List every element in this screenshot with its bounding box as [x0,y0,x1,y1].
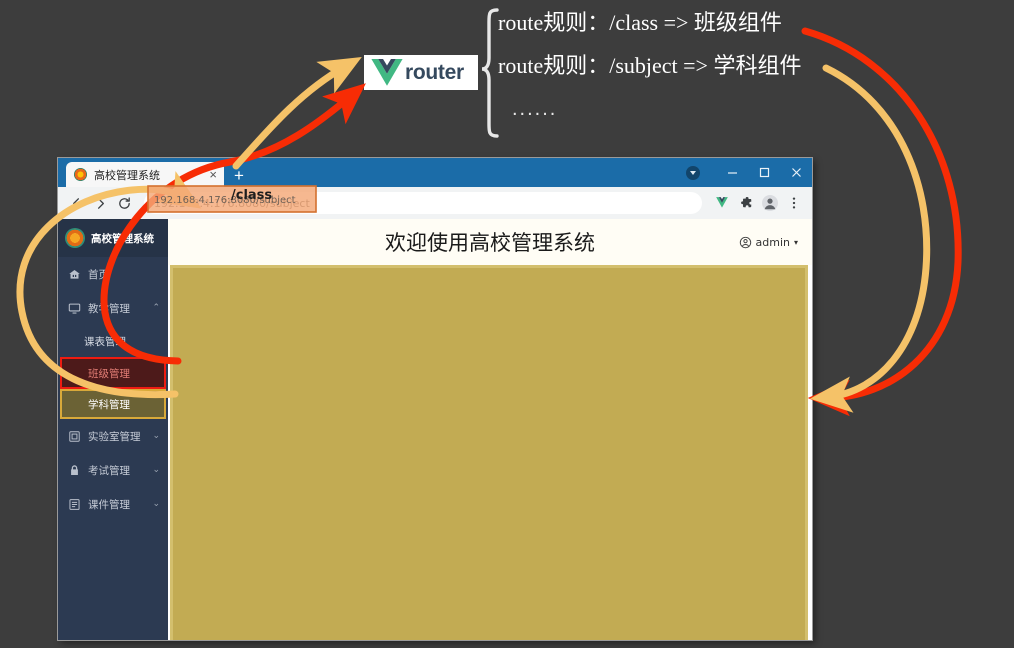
curly-brace-icon [481,8,499,138]
vue-router-label: router [405,60,464,84]
route-rule-line: route规则：/class => 班级组件 [498,10,782,35]
minimize-icon[interactable] [716,162,748,184]
sidebar-item-courseware[interactable]: 课件管理 ⌄ [58,487,168,521]
chrome-menu-icon[interactable] [782,191,806,215]
home-icon [68,268,81,281]
sidebar-sub-label: 班级管理 [88,367,130,380]
app-header: 欢迎使用高校管理系统 admin ▾ [168,219,812,265]
maximize-icon[interactable] [748,162,780,184]
lab-icon [68,430,81,443]
profile-avatar-icon[interactable] [758,191,782,215]
app-main-column: 欢迎使用高校管理系统 admin ▾ [168,219,812,640]
sidebar-sub-label: 课表管理 [84,335,126,348]
app-logo-icon [65,228,85,248]
screenshot-stage: 高校管理系统 × + 192.168.4.176:8080/subject 高校… [0,0,1014,648]
chevron-down-icon: ⌄ [152,465,160,475]
chevron-down-icon: ▾ [793,237,798,247]
monitor-icon [68,302,81,315]
tab-close-icon[interactable]: × [206,167,220,182]
route-rules-block: route规则：/class => 班级组件 route规则：/subject … [498,12,998,121]
sidebar-item-label: 考试管理 [88,464,130,477]
back-arrow-icon[interactable] [64,191,88,215]
route-rules-ellipsis: ...... [512,98,558,120]
vue-devtools-icon[interactable] [710,191,734,215]
user-menu[interactable]: admin ▾ [739,236,798,249]
browser-tab[interactable]: 高校管理系统 × [66,162,224,187]
vue-logo-icon [370,58,404,88]
sidebar-item-teaching[interactable]: 教学管理 ⌃ [58,291,168,325]
sidebar-item-lab[interactable]: 实验室管理 ⌄ [58,419,168,453]
extensions-puzzle-icon[interactable] [734,191,758,215]
user-avatar-icon [739,236,752,249]
chevron-down-icon: ⌄ [152,431,160,441]
window-controls [686,158,812,187]
user-name: admin [755,235,790,249]
browser-title-bar: 高校管理系统 × + [58,158,812,187]
sidebar-item-home[interactable]: 首页 [58,257,168,291]
sidebar-item-subject[interactable]: 学科管理 [60,389,166,419]
sidebar-item-label: 实验室管理 [88,430,141,443]
sidebar-item-class[interactable]: 班级管理 [60,357,166,389]
web-app: 高校管理系统 首页 教学管理 ⌃ 课表管理 班级管理 学科管理 实验室管理 ⌄ … [58,219,812,640]
gold-arrow-to-router [232,57,362,170]
sidebar-item-label: 课件管理 [88,498,130,511]
vue-router-logo: router [364,55,478,90]
app-logo[interactable]: 高校管理系统 [58,219,168,257]
chevron-down-icon: ⌄ [152,499,160,509]
app-logo-text: 高校管理系统 [91,232,154,245]
url-callout-host: 192.168.4.176:8080/subject [154,194,296,206]
doc-icon [68,498,81,511]
new-tab-button[interactable]: + [234,167,244,184]
content-panel [170,265,808,640]
chevron-up-icon: ⌃ [152,303,160,313]
reload-icon[interactable] [112,191,136,215]
sync-down-icon[interactable] [686,165,700,180]
close-icon[interactable] [780,162,812,184]
tab-favicon-icon [74,168,87,181]
url-callout-overlay-path: /class [231,188,273,203]
sidebar-item-exam[interactable]: 考试管理 ⌄ [58,453,168,487]
route-rule-line: route规则：/subject => 学科组件 [498,53,802,78]
page-title: 欢迎使用高校管理系统 [385,231,595,255]
browser-window: 高校管理系统 × + 192.168.4.176:8080/subject 高校… [58,158,812,640]
app-sidebar: 高校管理系统 首页 教学管理 ⌃ 课表管理 班级管理 学科管理 实验室管理 ⌄ … [58,219,168,640]
sidebar-item-schedule[interactable]: 课表管理 [58,325,168,357]
sidebar-item-label: 首页 [88,268,109,281]
forward-arrow-icon[interactable] [88,191,112,215]
tab-title: 高校管理系统 [94,168,160,182]
sidebar-item-label: 教学管理 [88,302,130,315]
sidebar-sub-label: 学科管理 [88,398,130,411]
lock-icon [68,464,81,477]
